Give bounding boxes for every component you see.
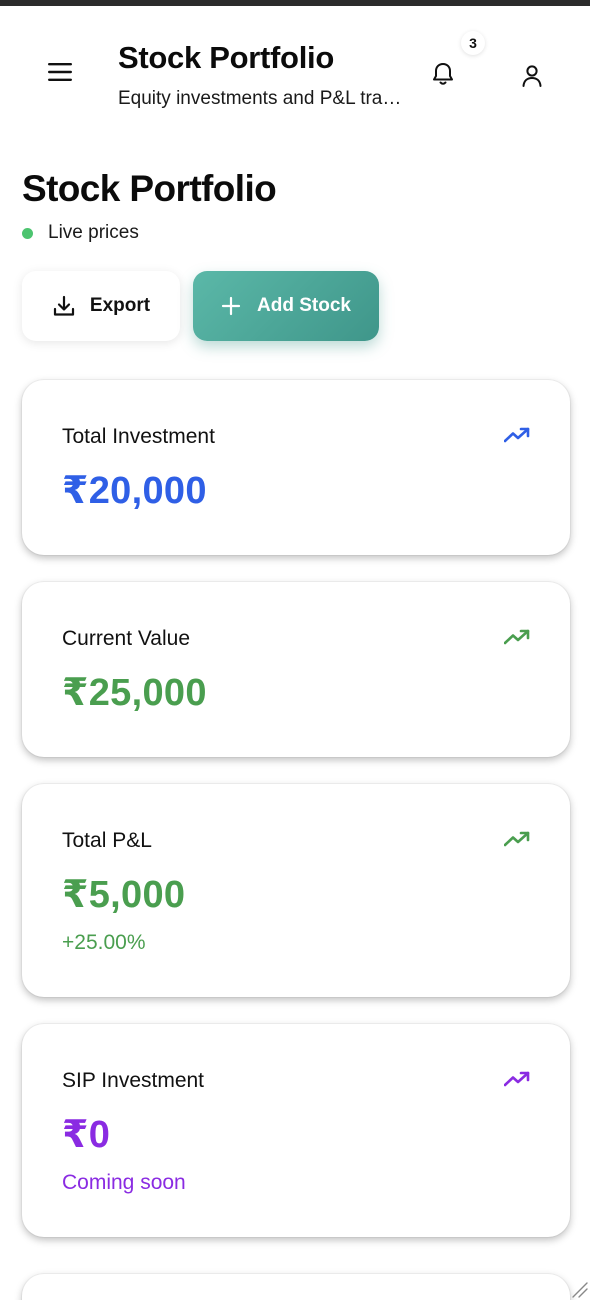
card-value: ₹20,000 — [62, 470, 207, 512]
trending-up-icon — [504, 1071, 530, 1087]
user-icon — [522, 65, 542, 87]
trending-up-icon — [504, 831, 530, 847]
live-status-text: Live prices — [48, 222, 139, 243]
app-subtitle: Equity investments and P&L tracking — [118, 88, 408, 109]
sip-status: Coming soon — [62, 1171, 186, 1194]
export-button[interactable]: Export — [22, 271, 180, 341]
card-value: ₹25,000 — [62, 672, 207, 714]
sip-investment-card: SIP Investment ₹0 Coming soon — [22, 1024, 570, 1237]
resize-grip-icon[interactable] — [568, 1278, 588, 1298]
hamburger-menu-icon — [48, 63, 72, 81]
card-value: ₹0 — [62, 1114, 111, 1156]
pnl-percentage: +25.00% — [62, 931, 146, 954]
card-value: ₹5,000 — [62, 874, 186, 916]
next-card-partial — [22, 1274, 570, 1300]
app-header: Stock Portfolio Equity investments and P… — [0, 6, 590, 134]
trending-up-icon — [504, 629, 530, 645]
plus-icon — [221, 296, 241, 316]
card-label: Total P&L — [62, 829, 152, 852]
export-label: Export — [89, 295, 151, 316]
add-stock-button[interactable]: Add Stock — [193, 271, 379, 341]
menu-button[interactable] — [40, 52, 80, 92]
add-stock-label: Add Stock — [257, 295, 351, 316]
notification-badge: 3 — [461, 31, 485, 55]
card-label: Total Investment — [62, 425, 215, 448]
profile-button[interactable] — [512, 56, 552, 96]
trending-up-icon — [504, 427, 530, 443]
total-pnl-card: Total P&L ₹5,000 +25.00% — [22, 784, 570, 997]
download-icon — [53, 295, 75, 316]
page-title: Stock Portfolio — [22, 168, 277, 209]
live-indicator-dot — [22, 227, 33, 239]
notifications-button[interactable] — [424, 54, 462, 94]
current-value-card: Current Value ₹25,000 — [22, 582, 570, 757]
card-label: SIP Investment — [62, 1069, 205, 1092]
total-investment-card: Total Investment ₹20,000 — [22, 380, 570, 555]
bell-icon — [433, 63, 453, 85]
app-title: Stock Portfolio — [118, 40, 334, 75]
live-status: Live prices — [22, 222, 139, 244]
card-label: Current Value — [62, 627, 191, 650]
